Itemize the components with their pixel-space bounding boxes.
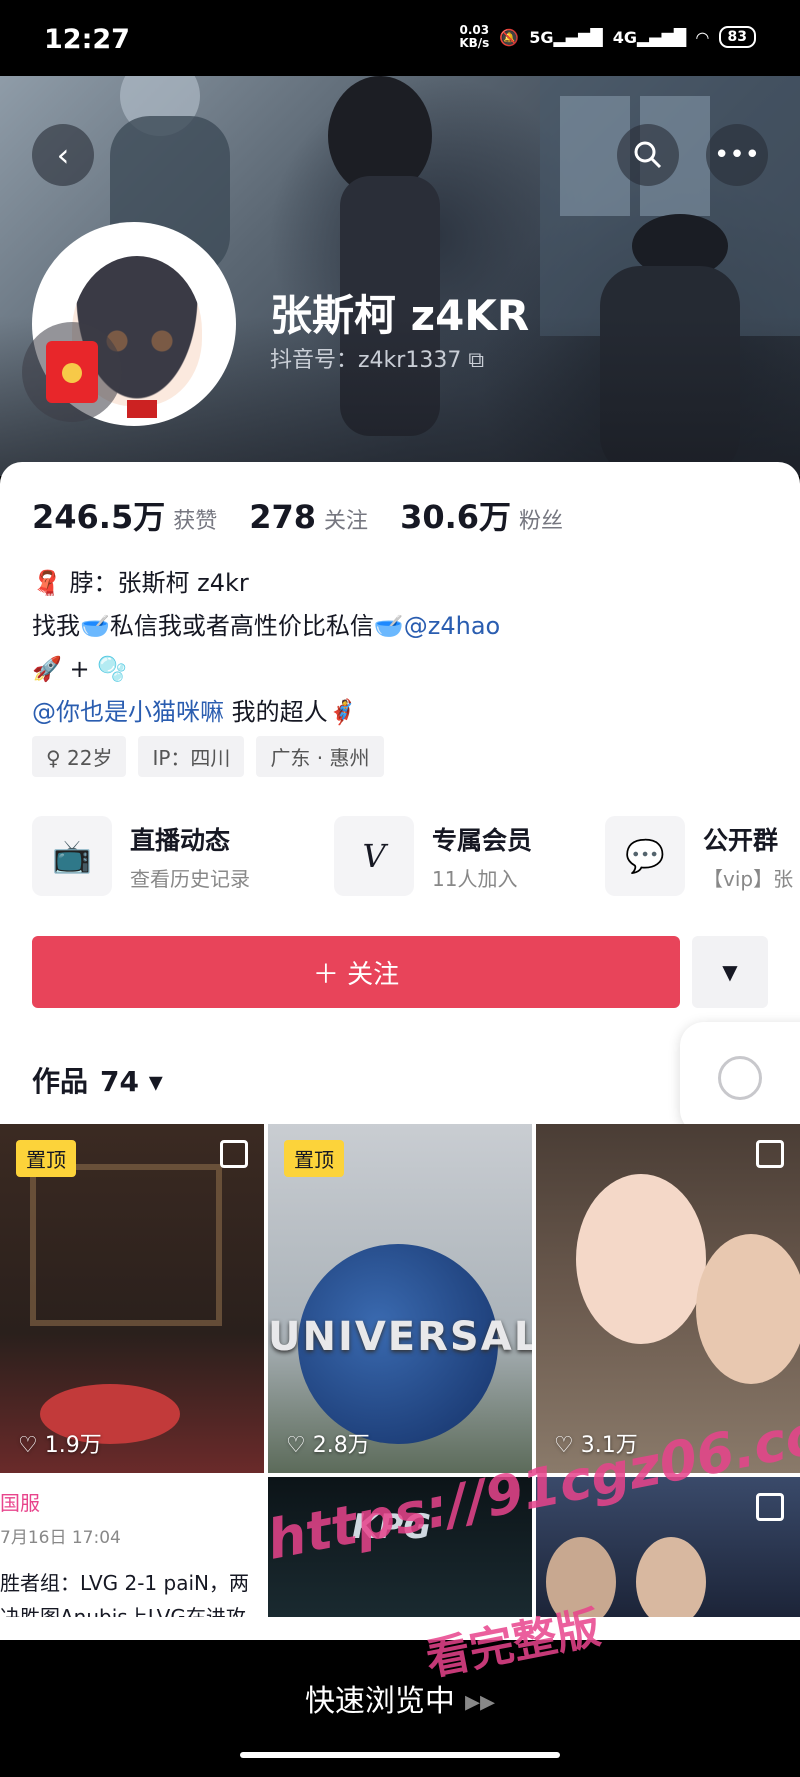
copy-icon[interactable]: ⧉ (468, 348, 484, 373)
bio-line: 找我🥣私信我或者高性价比私信🥣@z4hao (32, 612, 501, 640)
search-button[interactable] (617, 124, 679, 186)
recommend-dropdown-button[interactable]: ▼ (692, 936, 768, 1008)
douyin-id[interactable]: 抖音号：z4kr1337 ⧉ (270, 342, 484, 374)
profile-tags: ♀ 22岁 IP：四川 广东 · 惠州 (32, 736, 384, 777)
multi-image-icon (220, 1140, 248, 1168)
more-dots-icon: ••• (713, 140, 760, 170)
clock: 12:27 (44, 24, 130, 55)
profile-name: 张斯柯 z4KR (270, 291, 530, 340)
window-frame (30, 1164, 222, 1326)
video-thumb[interactable]: 国服 7月16日 17:04 胜者组：LVG 2-1 paiN，两 决胜图Anu… (0, 1477, 264, 1617)
fast-forward-icon: ▸▸ (464, 1684, 496, 1719)
circle-icon (718, 1056, 762, 1100)
tv-icon: 📺 (32, 816, 112, 896)
like-count: ♡ 2.8万 (286, 1433, 370, 1458)
chat-bubbles-icon: 💬 (605, 816, 685, 896)
floating-ball-button[interactable] (680, 1022, 800, 1134)
bottom-bar: 快速浏览中 ▸▸ (0, 1640, 800, 1777)
stat-followers[interactable]: 30.6万 粉丝 (400, 492, 563, 538)
avatar-bow (127, 400, 157, 418)
bio-line: 🚀 + 🫧 (32, 655, 128, 683)
bio-line: 🧣 脖：张斯柯 z4kr (32, 569, 249, 597)
mention-link[interactable]: @z4hao (404, 612, 500, 640)
fast-browse-label[interactable]: 快速浏览中 ▸▸ (0, 1676, 800, 1720)
red-envelope-icon (46, 341, 98, 403)
feature-live[interactable]: 📺 直播动态 查看历史记录 (32, 816, 250, 896)
tag-location: 广东 · 惠州 (256, 736, 384, 777)
tag-age: ♀ 22岁 (32, 736, 127, 777)
feature-group[interactable]: 💬 公开群 【vip】张 (605, 816, 793, 896)
video-thumb[interactable]: 置顶 ♡ 1.9万 (0, 1124, 264, 1473)
stats-row: 246.5万 获赞 278 关注 30.6万 粉丝 (32, 492, 563, 538)
mute-bell-icon: 🔕 (499, 27, 520, 47)
tag-ip: IP：四川 (138, 736, 245, 777)
search-icon (634, 141, 662, 169)
more-button[interactable]: ••• (706, 124, 768, 186)
status-bar: 12:27 0.03 KB/s 🔕 5G▂▄▆█ 4G▂▄▆█ ◠ 83 (0, 0, 800, 76)
face (576, 1174, 706, 1344)
status-icons: 0.03 KB/s 🔕 5G▂▄▆█ 4G▂▄▆█ ◠ 83 (459, 24, 756, 50)
mention-link[interactable]: @你也是小猫咪嘛 (32, 698, 224, 726)
face (636, 1537, 706, 1617)
like-count: ♡ 1.9万 (18, 1433, 102, 1458)
wifi-icon: ◠ (696, 27, 709, 47)
back-button[interactable]: ‹ (32, 124, 94, 186)
feature-membership[interactable]: V 专属会员 11人加入 (334, 816, 532, 896)
multi-image-icon (756, 1140, 784, 1168)
stat-following[interactable]: 278 关注 (249, 498, 368, 536)
universal-sign: UNIVERSAL (268, 1314, 532, 1360)
net-speed: 0.03 KB/s (459, 23, 490, 50)
pinned-badge: 置顶 (16, 1140, 76, 1177)
stat-likes[interactable]: 246.5万 获赞 (32, 492, 217, 538)
multi-image-icon (756, 1493, 784, 1521)
v-badge-icon: V (334, 816, 414, 896)
follow-button[interactable]: ＋ 关注 (32, 936, 680, 1008)
video-thumb[interactable]: UNIVERSAL 置顶 ♡ 2.8万 (268, 1124, 532, 1473)
bio: 🧣 脖：张斯柯 z4kr 找我🥣私信我或者高性价比私信🥣@z4hao 🚀 + 🫧… (32, 562, 772, 734)
pinned-badge: 置顶 (284, 1140, 344, 1177)
battery-icon: 83 (718, 26, 756, 48)
signal-4g-icon: 4G▂▄▆█ (612, 27, 687, 47)
home-indicator[interactable] (240, 1752, 560, 1758)
face (696, 1234, 800, 1384)
signal-5g-icon: 5G▂▄▆█ (529, 27, 603, 47)
red-packet-button[interactable] (22, 322, 122, 422)
works-tab[interactable]: 作品 74 ▾ (32, 1060, 163, 1100)
bio-line: @你也是小猫咪嘛 我的超人🦸 (32, 698, 358, 726)
